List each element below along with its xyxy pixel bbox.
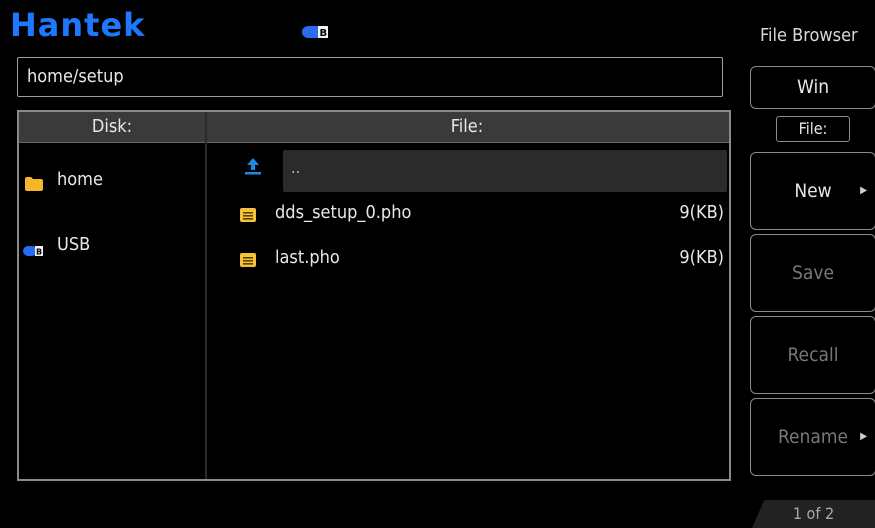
parent-directory-row[interactable]: ..	[283, 150, 727, 192]
usb-status-icon: B	[300, 24, 330, 43]
document-icon	[239, 250, 257, 276]
column-divider	[205, 112, 207, 479]
file-size: 9(KB)	[679, 202, 724, 223]
file-type-label: File:	[776, 116, 850, 142]
save-button-label: Save	[792, 262, 834, 284]
recall-button-label: Recall	[787, 344, 839, 366]
file-name: last.pho	[275, 247, 340, 268]
folder-icon	[25, 173, 43, 199]
document-icon	[239, 205, 257, 231]
recall-button[interactable]: Recall	[750, 316, 875, 394]
page-indicator[interactable]: 1 of 2	[752, 500, 875, 528]
win-button-label: Win	[796, 76, 830, 98]
svg-text:B: B	[36, 248, 42, 257]
top-bar: Hantek B File Browser	[0, 0, 875, 50]
rename-button-label: Rename	[777, 426, 849, 448]
window-title: File Browser	[760, 25, 858, 46]
disk-column-header: Disk:	[91, 116, 133, 137]
file-name: dds_setup_0.pho	[275, 202, 412, 223]
save-button[interactable]: Save	[750, 234, 875, 312]
rename-button[interactable]: Rename ▶	[750, 398, 875, 476]
file-browser-panel: Disk: File: home B USB .. dds_setup_0.ph…	[17, 110, 731, 481]
parent-directory-label: ..	[291, 158, 301, 177]
file-size: 9(KB)	[679, 247, 724, 268]
file-row[interactable]: dds_setup_0.pho 9(KB)	[239, 200, 729, 226]
new-button-label: New	[794, 180, 832, 202]
win-button[interactable]: Win	[750, 66, 875, 109]
panel-header: Disk: File:	[19, 112, 729, 143]
usb-icon: B	[23, 239, 45, 265]
hantek-logo: Hantek	[10, 6, 146, 44]
file-row[interactable]: last.pho 9(KB)	[239, 245, 729, 271]
new-button[interactable]: New ▶	[750, 152, 875, 230]
path-field[interactable]: home/setup	[17, 57, 723, 97]
svg-text:B: B	[320, 28, 328, 39]
disk-item-label: USB	[57, 234, 91, 255]
file-column-header: File:	[450, 116, 484, 137]
submenu-arrow-icon: ▶	[860, 185, 867, 196]
upload-icon	[243, 156, 263, 180]
disk-item-label: home	[57, 169, 103, 190]
submenu-arrow-icon: ▶	[860, 431, 867, 442]
